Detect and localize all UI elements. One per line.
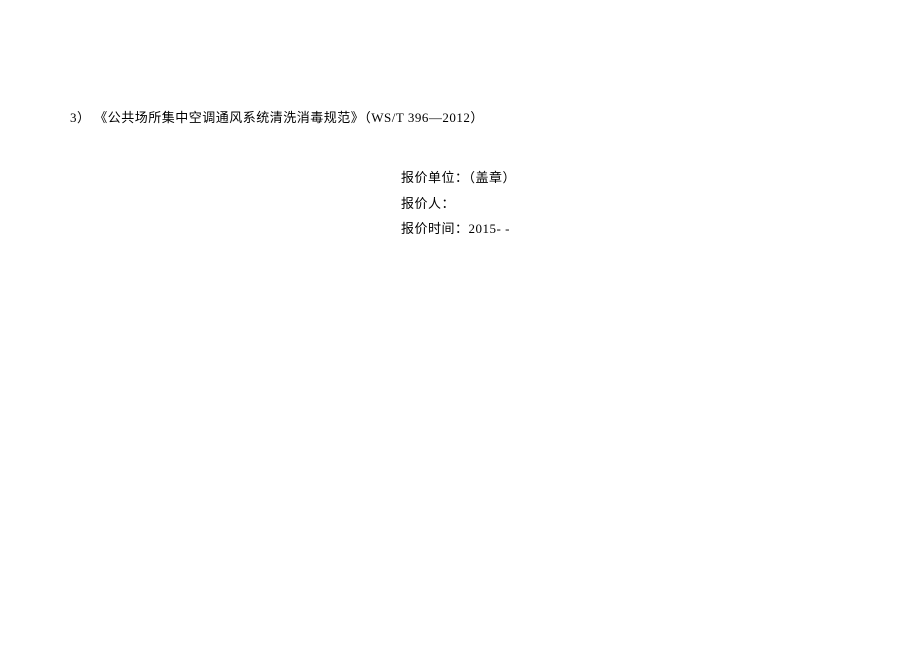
signature-unit: 报价单位：（盖章） bbox=[401, 165, 516, 191]
signature-person: 报价人： bbox=[401, 191, 516, 217]
list-item-3: 3） 《公共场所集中空调通风系统清洗消毒规范》（WS/T 396—2012） bbox=[70, 108, 850, 129]
document-content: 3） 《公共场所集中空调通风系统清洗消毒规范》（WS/T 396—2012） bbox=[70, 108, 850, 129]
signature-block: 报价单位：（盖章） 报价人： 报价时间：2015- - bbox=[401, 165, 516, 242]
signature-date: 报价时间：2015- - bbox=[401, 216, 516, 242]
